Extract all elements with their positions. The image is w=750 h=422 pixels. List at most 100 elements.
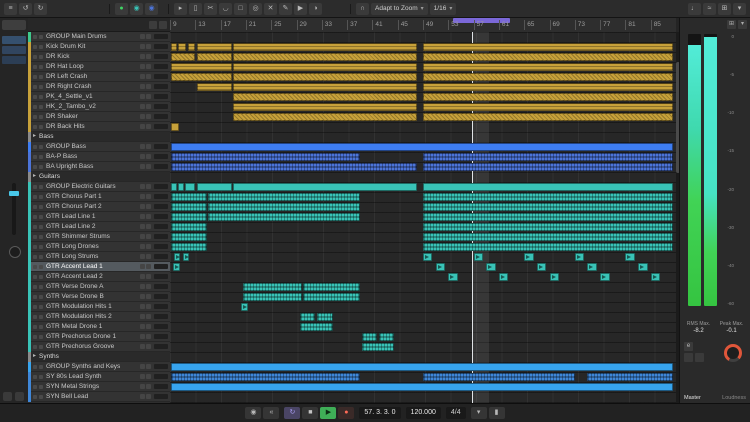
audio-clip[interactable]: [171, 243, 206, 251]
audio-clip[interactable]: [171, 233, 206, 241]
mute-button[interactable]: [140, 114, 145, 119]
audio-clip[interactable]: [303, 293, 360, 301]
audio-clip[interactable]: [233, 83, 416, 91]
audio-clip[interactable]: [625, 253, 634, 261]
midi-activity-icon[interactable]: ▮: [489, 407, 505, 419]
tempo-track-icon[interactable]: ≈: [703, 3, 716, 15]
mute-button[interactable]: [140, 144, 145, 149]
solo-button[interactable]: [146, 184, 151, 189]
monitor-icon[interactable]: [39, 185, 43, 189]
solo-button[interactable]: [146, 204, 151, 209]
solo-button[interactable]: [146, 374, 151, 379]
solo-button[interactable]: [146, 344, 151, 349]
monitor-icon[interactable]: [39, 325, 43, 329]
mute-button[interactable]: [140, 84, 145, 89]
record-arm-icon[interactable]: [33, 65, 37, 69]
setup-dropdown-icon[interactable]: ▾: [733, 3, 746, 15]
record-arm-icon[interactable]: [33, 75, 37, 79]
record-arm-icon[interactable]: [33, 55, 37, 59]
channel-fader[interactable]: [12, 183, 16, 235]
audio-clip[interactable]: [171, 63, 232, 71]
audio-clip[interactable]: [423, 73, 673, 81]
record-arm-icon[interactable]: [33, 375, 37, 379]
record-arm-icon[interactable]: [33, 285, 37, 289]
mute-button[interactable]: [140, 194, 145, 199]
record-arm-icon[interactable]: [33, 215, 37, 219]
metronome-icon[interactable]: ♩: [688, 3, 701, 15]
monitor-icon[interactable]: [39, 285, 43, 289]
undo-icon[interactable]: ↺: [19, 3, 32, 15]
record-arm-icon[interactable]: [33, 275, 37, 279]
record-arm-icon[interactable]: [33, 165, 37, 169]
mute-button[interactable]: [140, 204, 145, 209]
mute-button[interactable]: [140, 234, 145, 239]
chevron-down-icon[interactable]: ▾: [738, 20, 747, 29]
audio-clip[interactable]: [178, 183, 184, 191]
track-row-22[interactable]: GTR Long Drones: [28, 242, 170, 252]
punch-in-icon[interactable]: ◉: [245, 407, 261, 419]
solo-button[interactable]: [146, 84, 151, 89]
draw-tool-icon[interactable]: ✎: [279, 3, 292, 15]
time-position-display[interactable]: 57. 3. 3. 0: [359, 407, 400, 419]
monitor-icon[interactable]: [39, 95, 43, 99]
monitor-icon[interactable]: [39, 165, 43, 169]
track-row-10[interactable]: DR Back Hits: [28, 122, 170, 132]
mute-button[interactable]: [140, 384, 145, 389]
record-arm-icon[interactable]: [33, 205, 37, 209]
track-row-18[interactable]: GTR Chorus Part 2: [28, 202, 170, 212]
mute-button[interactable]: [140, 374, 145, 379]
audio-clip[interactable]: [300, 313, 315, 321]
audio-clip[interactable]: [171, 143, 673, 151]
solo-button[interactable]: [146, 334, 151, 339]
audio-clip[interactable]: [171, 223, 206, 231]
audio-clip[interactable]: [423, 83, 673, 91]
solo-button[interactable]: [146, 144, 151, 149]
range-selection-tool-icon[interactable]: ▯: [189, 3, 202, 15]
settings-icon[interactable]: [15, 392, 24, 401]
solo-button[interactable]: [146, 214, 151, 219]
track-row-7[interactable]: PK_4_Settle_v1: [28, 92, 170, 102]
audio-clip[interactable]: [537, 263, 546, 271]
solo-button[interactable]: [146, 324, 151, 329]
play-button[interactable]: ▶: [320, 407, 336, 419]
stop-button[interactable]: ■: [302, 407, 318, 419]
monitor-icon[interactable]: [39, 245, 43, 249]
track-row-20[interactable]: GTR Lead Line 2: [28, 222, 170, 232]
solo-button[interactable]: [146, 314, 151, 319]
snap-icon[interactable]: ∩: [356, 3, 369, 15]
tempo-display[interactable]: 120.000: [406, 407, 441, 419]
audio-clip[interactable]: [423, 203, 673, 211]
record-arm-icon[interactable]: [33, 105, 37, 109]
audio-clip[interactable]: [183, 253, 189, 261]
solo-button[interactable]: [146, 94, 151, 99]
audio-clip[interactable]: [171, 153, 359, 161]
audio-clip[interactable]: [423, 53, 673, 61]
monitor-icon[interactable]: [39, 255, 43, 259]
record-arm-icon[interactable]: [33, 235, 37, 239]
record-state-icon[interactable]: ◉: [145, 3, 158, 15]
mute-button[interactable]: [140, 184, 145, 189]
inspector-header[interactable]: [2, 20, 26, 30]
monitor-icon[interactable]: [39, 205, 43, 209]
dim-button[interactable]: [684, 353, 693, 362]
track-row-12[interactable]: GROUP Bass: [28, 142, 170, 152]
audio-clip[interactable]: [197, 53, 232, 61]
audio-clip[interactable]: [233, 103, 416, 111]
audio-clip[interactable]: [197, 43, 232, 51]
mute-button[interactable]: [140, 34, 145, 39]
solo-button[interactable]: [146, 224, 151, 229]
track-row-9[interactable]: DR Shaker: [28, 112, 170, 122]
record-arm-icon[interactable]: [33, 185, 37, 189]
mute-button[interactable]: [140, 344, 145, 349]
activate-project-icon[interactable]: ●: [115, 3, 128, 15]
solo-button[interactable]: [146, 244, 151, 249]
mute-button[interactable]: [140, 314, 145, 319]
monitor-icon[interactable]: [39, 115, 43, 119]
audio-clip[interactable]: [362, 343, 394, 351]
folder-open-icon[interactable]: ▸: [33, 132, 36, 141]
audio-clip[interactable]: [178, 43, 186, 51]
track-row-36[interactable]: SYN Metal Strings: [28, 382, 170, 392]
audio-clip[interactable]: [474, 253, 483, 261]
track-row-25[interactable]: GTR Accent Lead 2: [28, 272, 170, 282]
monitor-icon[interactable]: [39, 395, 43, 399]
